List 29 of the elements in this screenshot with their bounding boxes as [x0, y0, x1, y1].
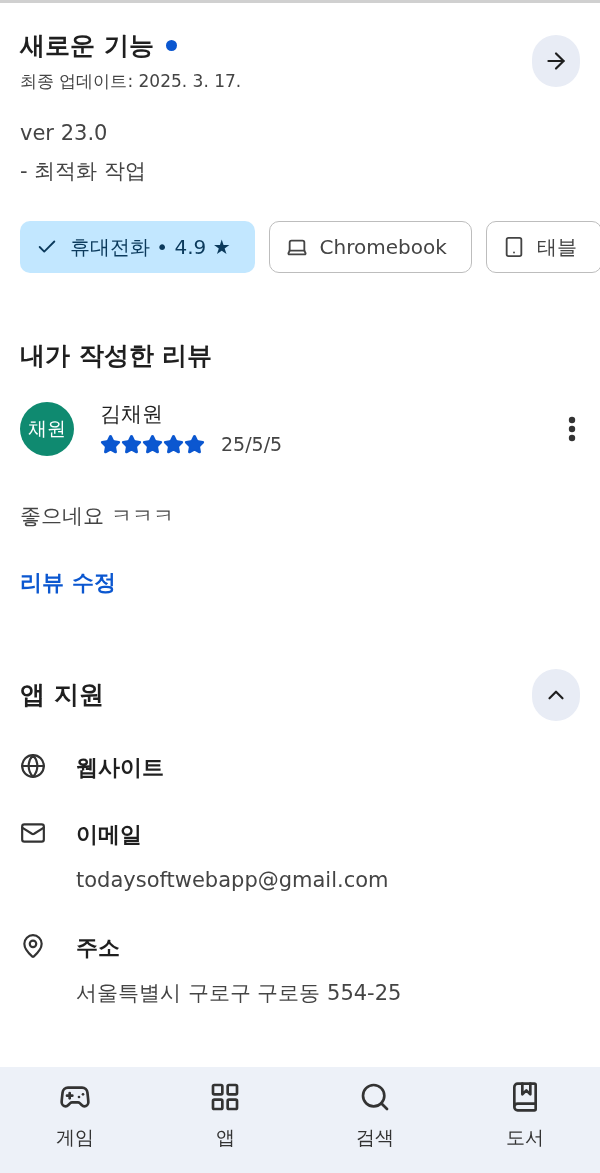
map-pin-icon: [20, 932, 46, 959]
avatar: 채원: [20, 401, 74, 456]
envelope-icon: [20, 820, 46, 846]
support-detail[interactable]: todaysoftwebapp@gmail.com: [76, 865, 389, 897]
reviewer-name: 김채원: [100, 400, 164, 428]
section-heading: 앱 지원: [20, 679, 104, 712]
section-heading: 내가 작성한 리뷰: [20, 340, 214, 372]
release-note: ver 23.0: [20, 120, 109, 147]
nav-tab[interactable]: 앱: [150, 1081, 300, 1152]
section-title: 새로운 기능: [20, 30, 154, 62]
search-icon: [359, 1081, 391, 1113]
release-note: - 최적화 작업: [20, 157, 147, 185]
more-vertical-icon: [568, 415, 576, 442]
support-label: 주소: [76, 933, 121, 962]
support-label: 이메일: [76, 821, 143, 849]
edit-review-link[interactable]: 리뷰 수정: [20, 566, 116, 599]
globe-icon: [20, 753, 46, 779]
nav-tab[interactable]: 게임: [0, 1081, 150, 1152]
support-label: 웹사이트: [76, 754, 164, 782]
arrow-button[interactable]: [532, 35, 580, 87]
review-date: 25/5/5: [221, 432, 283, 457]
device-chip[interactable]: 휴대전화 • 4.9 ★: [20, 221, 255, 273]
update-date: 최종 업데이트: 2025. 3. 17.: [20, 69, 242, 93]
support-detail[interactable]: 서울특별시 구로구 구로동 554-25: [76, 977, 402, 1009]
review-text: 좋으네요 ㅋㅋㅋ: [20, 502, 175, 530]
nav-tab[interactable]: 검색: [300, 1081, 450, 1152]
grid-icon: [209, 1081, 241, 1113]
device-chip[interactable]: Chromebook: [268, 221, 472, 273]
nav-tab[interactable]: 도서: [450, 1081, 600, 1152]
